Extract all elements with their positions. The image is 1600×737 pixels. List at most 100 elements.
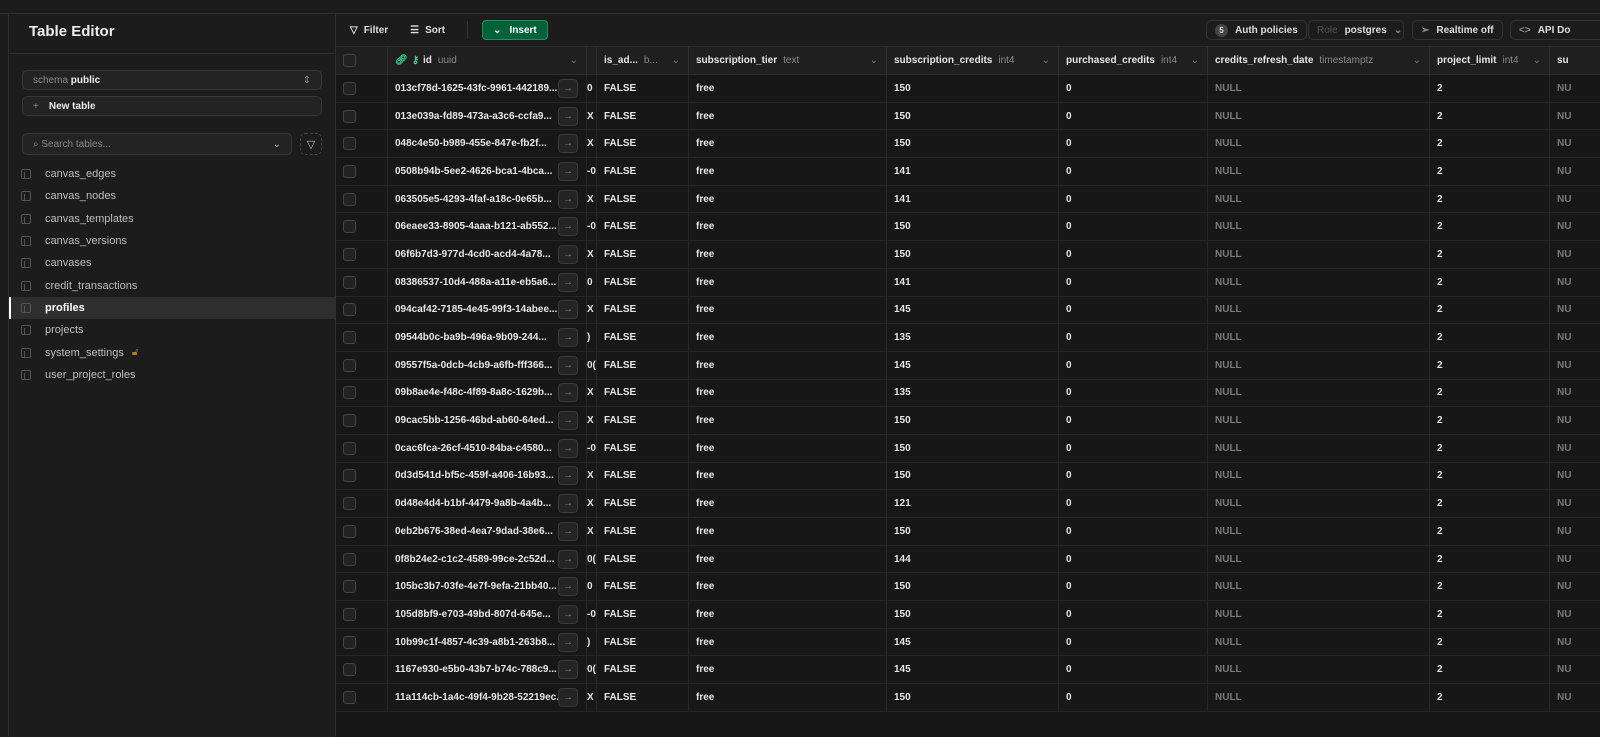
column-header-su[interactable]: su [1550,47,1600,74]
cell-credits-refresh-date[interactable]: NULL [1208,656,1430,684]
cell-purchased-credits[interactable]: 0 [1059,490,1208,517]
row-checkbox[interactable] [343,441,356,455]
cell-hidden[interactable]: X [587,130,597,158]
cell-project-limit[interactable]: 2 [1430,102,1550,130]
table-row[interactable]: 06f6b7d3-977d-4cd0-acd4-4a78... → X FALSE… [336,241,1600,269]
table-row[interactable]: 09b8ae4e-f48c-4f89-8a8c-1629b... → X FALS… [336,379,1600,408]
cell-id[interactable]: 09b8ae4e-f48c-4f89-8a8c-1629b... → [388,379,587,407]
cell-subscription-credits[interactable]: 141 [887,268,1059,296]
cell-project-limit[interactable]: 2 [1430,684,1550,711]
arrow-right-icon[interactable]: → [558,577,578,597]
arrow-right-icon[interactable]: → [558,660,578,680]
cell-id[interactable]: 09cac5bb-1256-46bd-ab60-64ed... → [388,407,587,434]
arrow-right-icon[interactable]: → [558,78,578,98]
cell-credits-refresh-date[interactable]: NULL [1208,296,1430,324]
cell-credits-refresh-date[interactable]: NULL [1208,379,1430,407]
cell-subscription-credits[interactable]: 121 [887,490,1059,517]
cell-id[interactable]: 048c4e50-b989-455e-847e-fb2f... → [388,130,587,158]
cell-hidden[interactable]: -0 [587,213,597,241]
table-row[interactable]: 0d48e4d4-b1bf-4479-9a8b-4a4b... → X FALSE… [336,490,1600,518]
row-checkbox[interactable] [343,469,356,483]
cell-project-limit[interactable]: 2 [1430,185,1550,213]
column-header-id[interactable]: 🔗︎ ⚷ id uuid ⌄ [388,47,587,74]
arrow-right-icon[interactable]: → [558,328,578,348]
arrow-right-icon[interactable]: → [558,632,578,652]
cell-subscription-credits[interactable]: 150 [887,518,1059,545]
cell-su[interactable]: NU [1550,186,1600,213]
cell-is-admin[interactable]: FALSE [597,75,689,102]
cell-id[interactable]: 1167e930-e5b0-43b7-b74c-788c9... → [388,656,587,684]
cell-project-limit[interactable]: 2 [1430,434,1550,462]
cell-hidden[interactable]: X [587,241,597,268]
cell-project-limit[interactable]: 2 [1430,268,1550,296]
sidebar-item-canvases[interactable]: canvases [9,252,335,274]
row-checkbox[interactable] [343,220,356,234]
cell-credits-refresh-date[interactable]: NULL [1208,158,1430,185]
cell-id[interactable]: 10b99c1f-4857-4c39-a8b1-263b8... → [388,628,587,656]
row-checkbox[interactable] [343,81,356,95]
cell-su[interactable]: NU [1550,601,1600,628]
cell-subscription-credits[interactable]: 144 [887,545,1059,573]
table-row[interactable]: 0d3d541d-bf5c-459f-a406-16b93... → X FALS… [336,462,1600,491]
cell-id[interactable]: 0d48e4d4-b1bf-4479-9a8b-4a4b... → [388,490,587,517]
table-row[interactable]: 0eb2b676-38ed-4ea7-9dad-38e6... → X FALSE… [336,518,1600,546]
cell-subscription-tier[interactable]: free [689,545,887,573]
column-header-subscription_tier[interactable]: subscription_tier text ⌄ [689,47,887,74]
cell-purchased-credits[interactable]: 0 [1059,296,1208,324]
cell-subscription-tier[interactable]: free [689,158,887,185]
cell-is-admin[interactable]: FALSE [597,518,689,545]
cell-subscription-credits[interactable]: 150 [887,213,1059,241]
table-row[interactable]: 06eaee33-8905-4aaa-b121-ab552... → -0 FAL… [336,213,1600,242]
arrow-right-icon[interactable]: → [558,438,578,458]
row-checkbox[interactable] [343,386,356,400]
schema-selector[interactable]: schema public ⇕ [22,70,322,90]
table-row[interactable]: 10b99c1f-4857-4c39-a8b1-263b8... → ) FALS… [336,628,1600,657]
cell-hidden[interactable]: 0( [587,545,597,573]
arrow-right-icon[interactable]: → [558,355,578,375]
cell-credits-refresh-date[interactable]: NULL [1208,684,1430,711]
cell-is-admin[interactable]: FALSE [597,324,689,351]
cell-subscription-tier[interactable]: free [689,75,887,102]
cell-id[interactable]: 06f6b7d3-977d-4cd0-acd4-4a78... → [388,241,587,268]
cell-credits-refresh-date[interactable]: NULL [1208,573,1430,601]
search-tables-input[interactable]: ⌕ Search tables... ⌄ [22,133,292,155]
row-checkbox[interactable] [343,663,356,677]
cell-subscription-tier[interactable]: free [689,518,887,545]
cell-subscription-tier[interactable]: free [689,296,887,324]
cell-purchased-credits[interactable]: 0 [1059,351,1208,379]
cell-subscription-tier[interactable]: free [689,684,887,711]
cell-project-limit[interactable]: 2 [1430,518,1550,545]
cell-credits-refresh-date[interactable]: NULL [1208,75,1430,102]
cell-subscription-tier[interactable]: free [689,656,887,684]
cell-hidden[interactable]: X [587,518,597,545]
cell-is-admin[interactable]: FALSE [597,379,689,407]
cell-subscription-credits[interactable]: 150 [887,601,1059,628]
cell-subscription-tier[interactable]: free [689,351,887,379]
cell-su[interactable]: NU [1550,130,1600,157]
cell-credits-refresh-date[interactable]: NULL [1208,130,1430,158]
cell-hidden[interactable]: 0 [587,573,597,601]
cell-project-limit[interactable]: 2 [1430,379,1550,407]
cell-su[interactable]: NU [1550,269,1600,296]
cell-subscription-credits[interactable]: 150 [887,407,1059,434]
arrow-right-icon[interactable]: → [558,272,578,292]
cell-subscription-credits[interactable]: 141 [887,158,1059,185]
table-row[interactable]: 094caf42-7185-4e45-99f3-14abee... → X FAL… [336,296,1600,325]
column-header-credits_refresh_date[interactable]: credits_refresh_date timestamptz ⌄ [1208,47,1430,74]
cell-is-admin[interactable]: FALSE [597,601,689,628]
cell-credits-refresh-date[interactable]: NULL [1208,434,1430,462]
cell-subscription-credits[interactable]: 150 [887,241,1059,268]
table-row[interactable]: 013cf78d-1625-43fc-9961-442189... → 0 FAL… [336,75,1600,103]
cell-is-admin[interactable]: FALSE [597,130,689,158]
cell-credits-refresh-date[interactable]: NULL [1208,241,1430,268]
arrow-right-icon[interactable]: → [558,687,578,707]
cell-credits-refresh-date[interactable]: NULL [1208,268,1430,296]
filter-button[interactable]: ▽ Filter [350,25,388,36]
cell-subscription-tier[interactable]: free [689,490,887,517]
cell-credits-refresh-date[interactable]: NULL [1208,213,1430,241]
cell-purchased-credits[interactable]: 0 [1059,462,1208,490]
cell-id[interactable]: 0508b94b-5ee2-4626-bca1-4bca... → [388,158,587,185]
arrow-right-icon[interactable]: → [558,383,578,403]
cell-su[interactable]: NU [1550,407,1600,434]
row-checkbox[interactable] [343,358,356,372]
